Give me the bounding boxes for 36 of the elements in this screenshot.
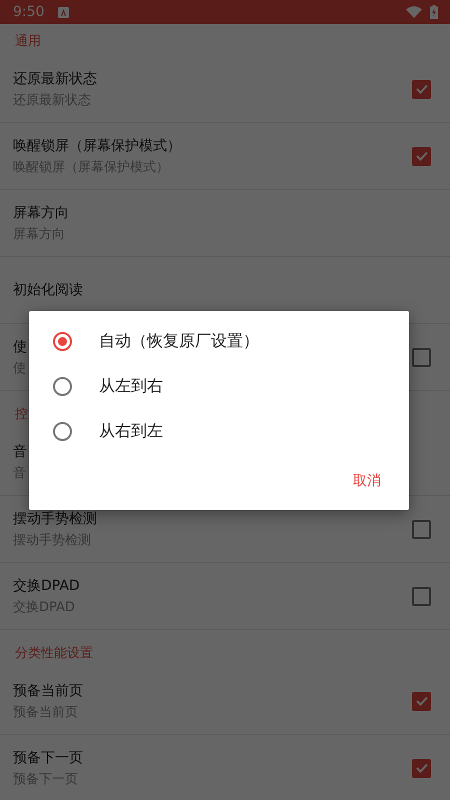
checkbox[interactable] (412, 80, 431, 98)
setting-title: 音 (13, 442, 27, 460)
setting-title: 初始化阅读 (13, 281, 83, 299)
radio-button[interactable] (53, 377, 72, 396)
check-icon (414, 761, 428, 775)
radio-option[interactable]: 从左到右 (29, 364, 409, 409)
setting-title: 使 (13, 338, 27, 356)
section-header: 通用 (15, 33, 41, 50)
checkbox[interactable] (412, 586, 431, 606)
wifi-icon (406, 6, 422, 18)
checkbox[interactable] (412, 146, 431, 166)
setting-title: 还原最新状态 (13, 70, 97, 88)
option-label: 自动（恢复原厂设置） (99, 331, 259, 352)
setting-title: 摆动手势检测 (13, 510, 97, 528)
checkbox[interactable] (412, 520, 431, 538)
option-label: 从右到左 (99, 421, 163, 442)
section-header: 控 (15, 406, 28, 423)
option-label: 从左到右 (99, 376, 163, 397)
section-header: 分类性能设置 (15, 645, 93, 662)
status-time: 9:50 (13, 4, 44, 20)
check-icon (414, 82, 428, 96)
setting-title: 预备下一页 (13, 748, 83, 766)
setting-title: 交换DPAD (13, 576, 80, 594)
battery-icon (430, 5, 438, 19)
check-icon (414, 694, 428, 708)
checkbox[interactable] (412, 758, 431, 778)
checkbox[interactable] (412, 692, 431, 710)
setting-title: 唤醒锁屏（屏幕保护模式） (13, 136, 181, 154)
radio-button[interactable] (53, 332, 72, 351)
notification-icon (58, 6, 70, 18)
checkbox[interactable] (412, 348, 431, 366)
check-icon (414, 149, 428, 163)
radio-button[interactable] (53, 422, 72, 441)
setting-title: 预备当前页 (13, 682, 83, 700)
setting-title: 屏幕方向 (13, 204, 69, 222)
radio-option[interactable]: 从右到左 (29, 409, 409, 454)
